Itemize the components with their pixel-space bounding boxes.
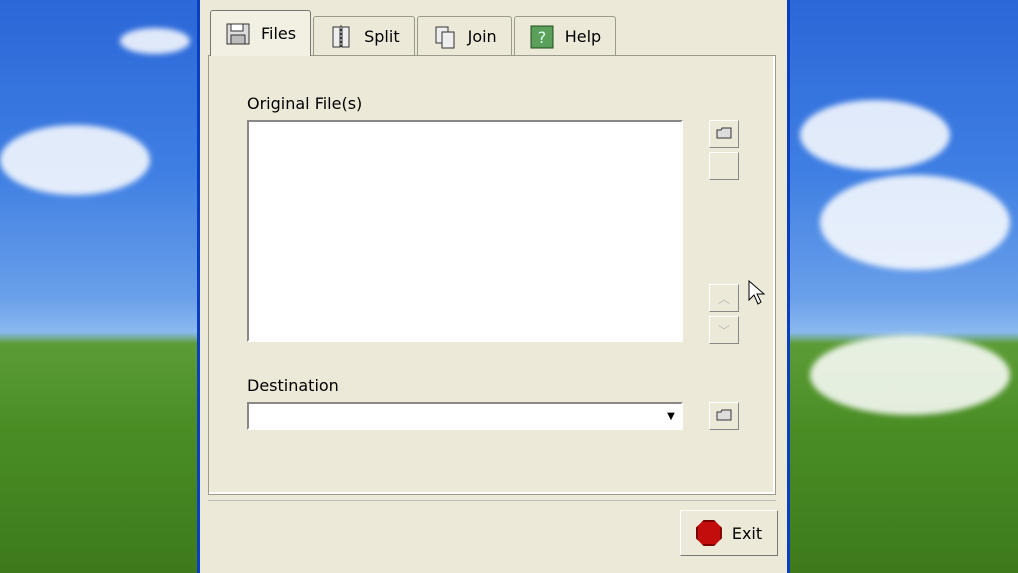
desktop-cloud	[810, 335, 1010, 415]
folder-open-icon	[716, 409, 732, 424]
exit-label: Exit	[731, 523, 763, 543]
files-panel: Original File(s) ︿ ﹀ Destination ▼	[208, 55, 776, 495]
tab-split-label: Split	[364, 27, 400, 46]
chevron-down-icon: ﹀	[717, 323, 730, 338]
tab-help[interactable]: ? Help	[513, 16, 617, 56]
desktop-cloud	[120, 28, 190, 54]
join-icon	[432, 24, 458, 50]
move-up-button[interactable]: ︿	[709, 284, 739, 312]
destination-combo[interactable]: ▼	[247, 402, 683, 430]
remove-file-button[interactable]	[709, 152, 739, 180]
split-icon	[328, 24, 354, 50]
stop-icon	[695, 520, 722, 546]
tab-join[interactable]: Join	[416, 16, 512, 56]
tab-files[interactable]: Files	[210, 10, 312, 56]
move-down-button[interactable]: ﹀	[709, 316, 739, 344]
footer-divider	[208, 500, 776, 501]
desktop-cloud	[0, 125, 150, 195]
app-window: Files Split Join ? Help Original File(s)…	[197, 0, 790, 573]
tab-help-label: Help	[564, 27, 602, 46]
original-files-list[interactable]	[247, 120, 683, 342]
desktop-cloud	[820, 175, 1010, 270]
tab-files-label: Files	[261, 24, 297, 43]
browse-destination-button[interactable]	[709, 402, 739, 430]
folder-open-icon	[716, 127, 732, 142]
destination-label: Destination	[247, 376, 339, 395]
add-file-button[interactable]	[709, 120, 739, 148]
floppy-disk-icon	[225, 21, 251, 47]
tab-bar: Files Split Join ? Help	[210, 10, 618, 56]
tab-join-label: Join	[467, 27, 497, 46]
exit-button[interactable]: Exit	[680, 510, 778, 556]
dropdown-arrow-icon[interactable]: ▼	[663, 406, 679, 426]
help-icon: ?	[529, 24, 555, 50]
original-files-label: Original File(s)	[247, 94, 363, 113]
desktop-cloud	[800, 100, 950, 170]
tab-split[interactable]: Split	[313, 16, 415, 56]
svg-text:?: ?	[537, 28, 546, 47]
chevron-up-icon: ︿	[717, 291, 730, 306]
